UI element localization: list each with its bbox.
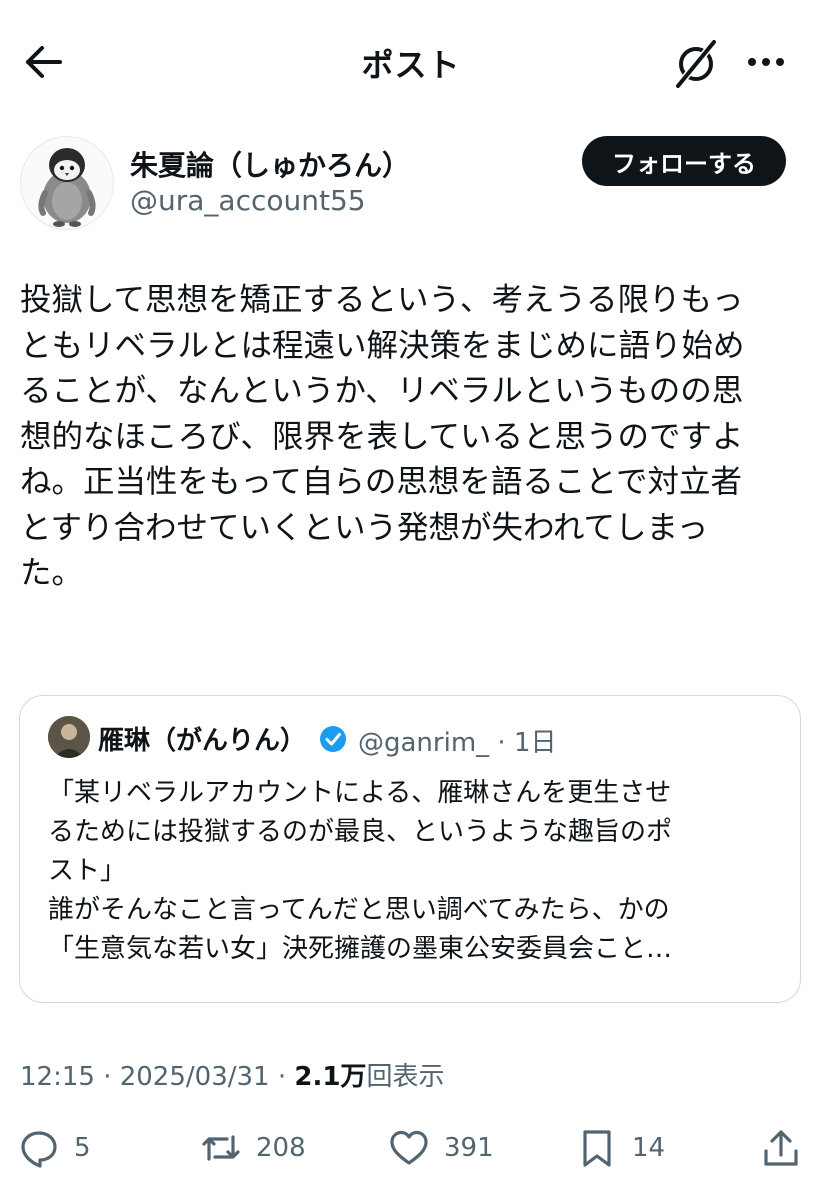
quoted-line: 誰がそんなこと言ってんだと思い調べてみたら、かの bbox=[48, 895, 670, 925]
reply-count: 5 bbox=[74, 1133, 91, 1163]
post-line: 投獄して思想を矯正するという、考えうる限りもっ bbox=[20, 282, 744, 318]
bookmark-icon bbox=[583, 1130, 611, 1167]
follow-button[interactable]: フォローする bbox=[582, 136, 786, 186]
reply-icon bbox=[21, 1131, 57, 1168]
bookmark-button[interactable]: 14 bbox=[576, 1122, 665, 1174]
quoted-author-name: 雁琳（がんりん） bbox=[98, 726, 307, 756]
bookmark-count: 14 bbox=[632, 1133, 666, 1163]
grok-button[interactable] bbox=[668, 39, 724, 89]
more-dots-icon bbox=[748, 58, 784, 66]
author-avatar[interactable] bbox=[20, 136, 114, 230]
quoted-post-card[interactable]: 雁琳（がんりん） @ganrim_ · 1日 「某リベラルアカウントによる、雁琳… bbox=[19, 695, 801, 1003]
share-button[interactable] bbox=[760, 1122, 802, 1174]
quoted-line: 「生意気な若い女」決死擁護の墨東公安委員会こと… bbox=[48, 934, 673, 964]
repost-count: 208 bbox=[256, 1133, 306, 1163]
author-handle[interactable]: @ura_account55 bbox=[130, 184, 366, 217]
repost-button[interactable]: 208 bbox=[200, 1122, 306, 1174]
grok-icon bbox=[675, 39, 717, 89]
quoted-handle-time: @ganrim_ · 1日 bbox=[358, 728, 557, 758]
verified-badge-icon bbox=[320, 726, 346, 752]
quoted-line: スト」 bbox=[48, 856, 127, 886]
post-text: 投獄して思想を矯正するという、考えうる限りもっ ともリベラルとは程遠い解決策をま… bbox=[20, 278, 810, 597]
top-bar: ポスト bbox=[0, 0, 822, 120]
quoted-author-avatar bbox=[48, 716, 90, 758]
post-line: 想的なほころび、限界を表していると思うのですよ bbox=[20, 418, 744, 455]
penguin-avatar-icon bbox=[38, 148, 96, 227]
reply-button[interactable]: 5 bbox=[18, 1122, 91, 1174]
post-line: ることが、なんというか、リベラルというものの思 bbox=[20, 373, 744, 409]
action-bar: 5 208 391 14 bbox=[0, 1118, 822, 1178]
post-timestamp: 12:15 · 2025/03/31 · bbox=[20, 1062, 295, 1092]
view-count[interactable]: 2.1万 bbox=[294, 1062, 366, 1092]
person-avatar-icon bbox=[48, 716, 90, 758]
repost-icon bbox=[202, 1135, 240, 1161]
author-display-name[interactable]: 朱夏論（しゅかろん） bbox=[130, 144, 410, 184]
share-icon bbox=[764, 1130, 798, 1166]
heart-icon bbox=[390, 1130, 428, 1165]
view-label: 回表示 bbox=[366, 1062, 445, 1092]
more-button[interactable] bbox=[736, 40, 796, 84]
post-line: ね。正当性をもって自らの思想を語ることで対立者 bbox=[20, 464, 742, 500]
post-line: た。 bbox=[20, 555, 84, 591]
quoted-line: 「某リベラルアカウントによる、雁琳さんを更生させ bbox=[48, 778, 672, 808]
like-button[interactable]: 391 bbox=[388, 1122, 494, 1174]
post-line: ともリベラルとは程遠い解決策をまじめに語り始め bbox=[20, 327, 745, 364]
post-line: とすり合わせていくという発想が失われてしまっ bbox=[20, 509, 709, 546]
quoted-line: るためには投獄するのが最良、というような趣旨のポ bbox=[48, 817, 673, 847]
quoted-text: 「某リベラルアカウントによる、雁琳さんを更生させ るためには投獄するのが最良、と… bbox=[48, 774, 788, 969]
post-meta: 12:15 · 2025/03/31 · 2.1万回表示 bbox=[20, 1056, 444, 1093]
like-count: 391 bbox=[444, 1133, 494, 1163]
